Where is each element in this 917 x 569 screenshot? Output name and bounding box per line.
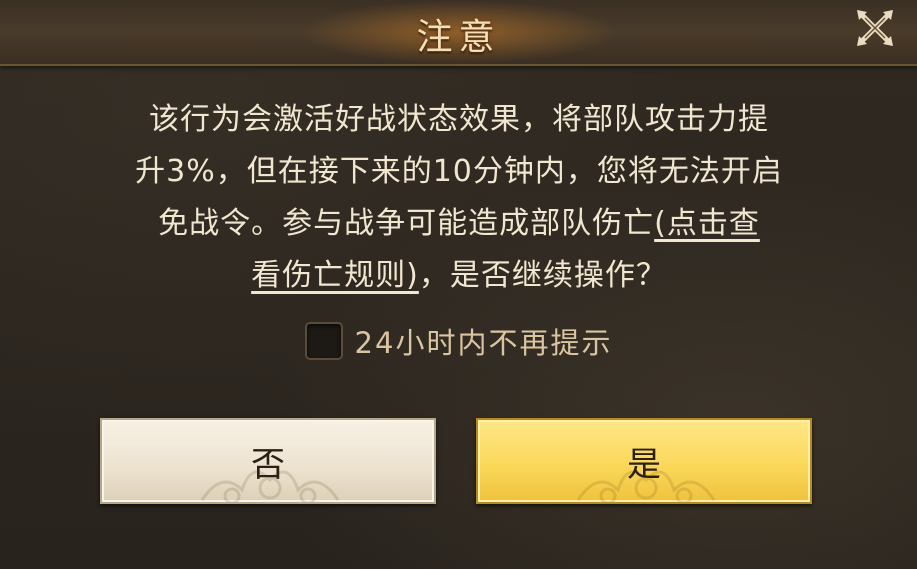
no-button-label: 否 xyxy=(251,444,285,485)
dont-remind-checkbox[interactable] xyxy=(304,322,343,360)
yes-button-label: 是 xyxy=(627,444,661,485)
close-button[interactable] xyxy=(853,6,897,50)
dialog-message: 该行为会激活好战状态效果，将部队攻击力提 升3%，但在接下来的10分钟内，您将无… xyxy=(66,94,852,302)
message-text-after-link: ，是否继续操作？ xyxy=(418,258,667,293)
confirm-dialog: 注意 该行为会激活好战状态效果，将部队攻击力提 升3%，但在接下来的10分钟内，… xyxy=(0,0,917,569)
message-line-3: 免战令。参与战争可能造成部队伤亡(点击查 xyxy=(66,198,852,250)
casualty-rules-link-part2[interactable]: 看伤亡规则) xyxy=(251,258,419,293)
dialog-header: 注意 xyxy=(0,0,917,66)
casualty-rules-link-part1[interactable]: (点击查 xyxy=(654,206,760,241)
message-line-1: 该行为会激活好战状态效果，将部队攻击力提 xyxy=(149,102,769,137)
message-line-2: 升3%，但在接下来的10分钟内，您将无法开启 xyxy=(135,154,783,189)
close-x-icon xyxy=(857,10,893,46)
message-line-4: 看伤亡规则)，是否继续操作？ xyxy=(66,250,852,302)
dont-remind-row: 24小时内不再提示 xyxy=(0,318,917,364)
dialog-title: 注意 xyxy=(416,17,501,58)
dont-remind-label[interactable]: 24小时内不再提示 xyxy=(355,320,613,362)
message-text-before-link: 免战令。参与战争可能造成部队伤亡 xyxy=(158,206,655,241)
no-button[interactable]: 否 xyxy=(100,418,436,504)
yes-button[interactable]: 是 xyxy=(476,418,812,504)
